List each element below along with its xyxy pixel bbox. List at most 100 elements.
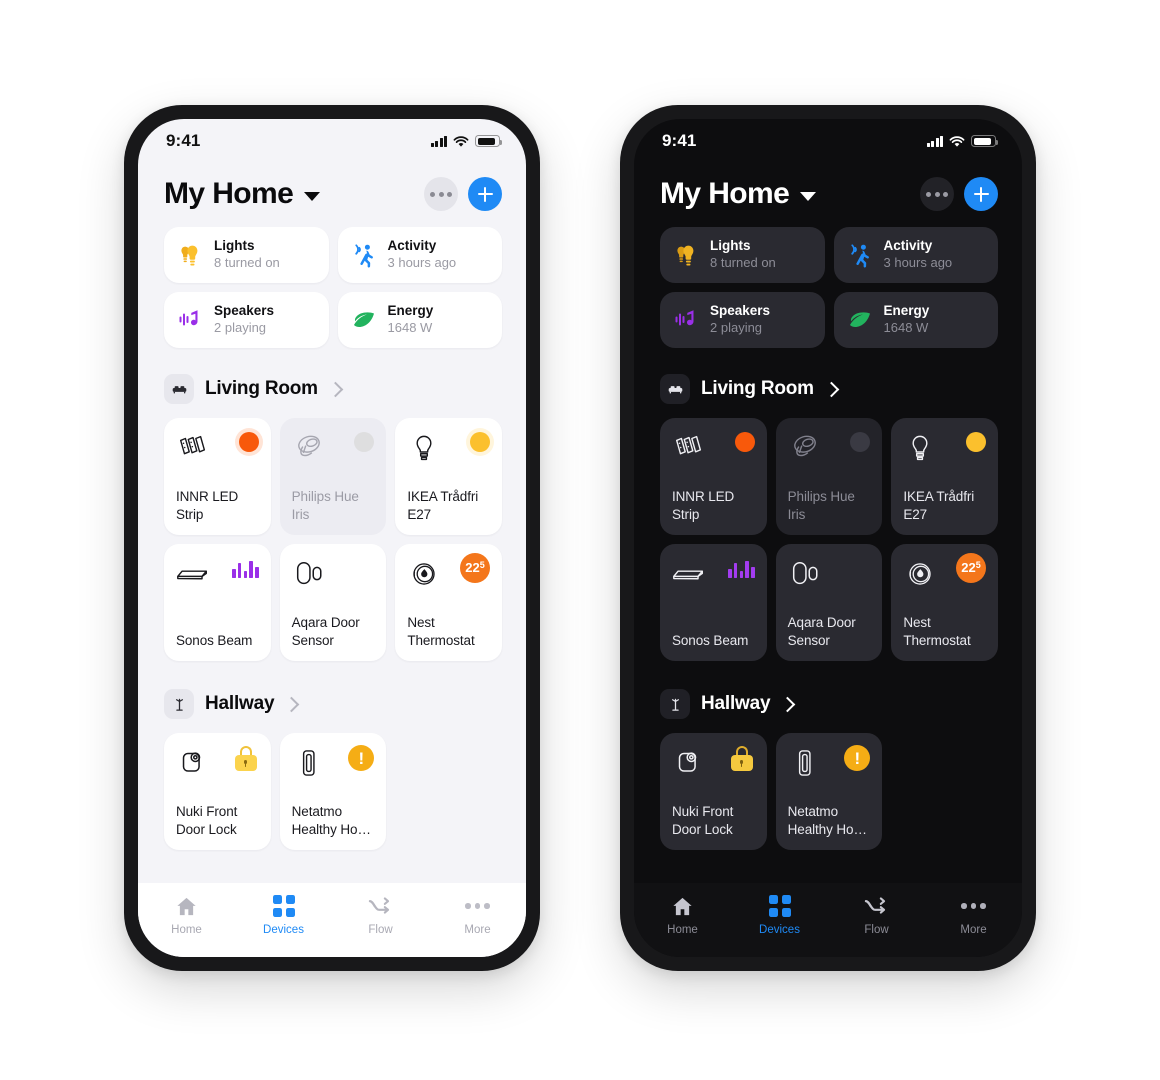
summary-card-text: Activity 3 hours ago	[884, 239, 953, 270]
tab-flow[interactable]: Flow	[828, 893, 925, 936]
device-card-top	[672, 556, 755, 596]
device-card-nest-thermostat[interactable]: 22 5 Nest Thermostat	[395, 544, 502, 661]
tab-devices[interactable]: Devices	[235, 893, 332, 936]
wifi-icon	[949, 135, 965, 147]
device-card-innr-led-strip[interactable]: INNR LED Strip	[164, 418, 271, 535]
badge-value: 22	[961, 560, 976, 575]
device-power-indicator[interactable]	[734, 432, 755, 452]
device-card-top	[788, 556, 871, 596]
summary-card-energy[interactable]: Energy 1648 W	[833, 292, 998, 348]
more-options-button[interactable]	[920, 177, 954, 211]
summary-card-title: Speakers	[710, 303, 771, 319]
home-selector[interactable]: My Home	[164, 177, 321, 210]
more-options-button[interactable]	[424, 177, 458, 211]
summary-card-lights[interactable]: Lights 8 turned on	[164, 227, 329, 283]
device-name: Aqara Door Sensor	[291, 615, 360, 649]
device-power-indicator[interactable]	[238, 432, 259, 452]
device-card-netatmo-healthy-home[interactable]: ! Netatmo Healthy Ho…	[279, 733, 387, 850]
device-power-indicator[interactable]	[469, 432, 490, 452]
device-card-philips-hue-iris[interactable]: Philips Hue Iris	[279, 418, 387, 535]
sofa-icon	[164, 374, 194, 404]
tab-flow[interactable]: Flow	[332, 893, 429, 936]
header-actions	[920, 177, 998, 211]
device-card-netatmo-healthy-home[interactable]: ! Netatmo Healthy Ho…	[775, 733, 883, 850]
tab-label: Home	[171, 924, 202, 936]
tab-more[interactable]: More	[925, 893, 1022, 936]
chevron-down-icon[interactable]	[800, 192, 817, 201]
device-name: Netatmo Healthy Ho…	[787, 804, 867, 838]
summary-card-lights[interactable]: Lights 8 turned on	[660, 227, 825, 283]
device-card-nest-thermostat[interactable]: 22 5 Nest Thermostat	[891, 544, 998, 661]
soundbar-icon	[670, 555, 708, 593]
summary-card-energy[interactable]: Energy 1648 W	[337, 292, 502, 348]
device-card-sonos-beam[interactable]: Sonos Beam	[164, 544, 271, 661]
air-sensor-icon	[290, 744, 328, 782]
device-card-innr-led-strip[interactable]: INNR LED Strip	[660, 418, 767, 535]
add-device-button[interactable]	[468, 177, 502, 211]
device-card-philips-hue-iris[interactable]: Philips Hue Iris	[775, 418, 883, 535]
summary-card-grid: Lights 8 turned on Activity 3 hours ago	[660, 227, 998, 348]
device-power-indicator[interactable]	[850, 432, 871, 452]
device-card-top	[672, 430, 755, 470]
chevron-right-icon[interactable]	[780, 696, 796, 712]
bottom-tab-bar: Home Devices Flow More	[634, 883, 1022, 957]
device-grid-hallway: Nuki Front Door Lock ! Netatmo Healthy H…	[164, 733, 502, 850]
app-header: My Home	[138, 163, 526, 227]
warning-icon[interactable]: !	[348, 745, 375, 771]
light-bulb-icon	[405, 429, 443, 467]
tab-more[interactable]: More	[429, 893, 526, 936]
tab-devices[interactable]: Devices	[731, 893, 828, 936]
device-card-aqara-door-sensor[interactable]: Aqara Door Sensor	[775, 544, 883, 661]
room-header-living-room[interactable]: Living Room	[164, 374, 502, 404]
device-card-top: 22 5	[407, 553, 490, 596]
device-card-nuki-front-door-lock[interactable]: Nuki Front Door Lock	[164, 733, 271, 850]
summary-card-text: Activity 3 hours ago	[388, 239, 457, 270]
room-header-hallway[interactable]: Hallway	[164, 689, 502, 719]
grid-icon	[768, 893, 791, 919]
tab-home[interactable]: Home	[138, 893, 235, 936]
summary-card-text: Lights 8 turned on	[214, 239, 280, 270]
device-name: Philips Hue Iris	[291, 489, 359, 523]
summary-card-activity[interactable]: Activity 3 hours ago	[833, 227, 998, 283]
chevron-down-icon[interactable]	[304, 192, 321, 201]
home-selector[interactable]: My Home	[660, 179, 817, 209]
lock-icon[interactable]	[729, 746, 755, 772]
summary-card-title: Activity	[387, 238, 437, 254]
device-grid-living-room: INNR LED Strip Philips Hue Iris IKEA Trå…	[164, 418, 502, 661]
summary-card-activity[interactable]: Activity 3 hours ago	[337, 227, 502, 283]
device-card-top	[176, 745, 259, 785]
room-header-living-room[interactable]: Living Room	[660, 374, 998, 404]
device-power-indicator[interactable]	[965, 432, 986, 452]
chevron-right-icon[interactable]	[823, 381, 840, 397]
ellipsis-icon	[465, 893, 490, 919]
tab-home[interactable]: Home	[634, 893, 731, 936]
device-card-aqara-door-sensor[interactable]: Aqara Door Sensor	[279, 544, 387, 661]
summary-card-subtitle: 3 hours ago	[883, 255, 953, 271]
page-title: My Home	[164, 177, 294, 210]
header-actions	[424, 177, 502, 211]
chevron-right-icon[interactable]	[284, 696, 300, 712]
coat-rack-icon	[660, 689, 690, 719]
summary-card-speakers[interactable]: Speakers 2 playing	[164, 292, 329, 348]
device-name: Aqara Door Sensor	[787, 615, 856, 649]
device-card-ikea-tradfri-e27[interactable]: IKEA Trådfri E27	[891, 418, 998, 535]
room-header-hallway[interactable]: Hallway	[660, 689, 998, 719]
summary-card-subtitle: 8 turned on	[710, 255, 776, 271]
chevron-right-icon[interactable]	[327, 381, 344, 397]
device-card-nuki-front-door-lock[interactable]: Nuki Front Door Lock	[660, 733, 767, 850]
summary-card-speakers[interactable]: Speakers 2 playing	[660, 292, 825, 348]
coat-rack-icon	[164, 689, 194, 719]
lock-icon[interactable]	[233, 746, 259, 772]
battery-icon	[971, 135, 999, 147]
cellular-signal-icon	[926, 135, 943, 147]
warning-icon[interactable]: !	[844, 745, 871, 771]
soundbar-icon	[174, 555, 212, 593]
summary-card-grid: Lights 8 turned on Activity 3 hours ago	[164, 227, 502, 348]
smart-lock-icon	[670, 744, 708, 782]
scroll-area[interactable]: Lights 8 turned on Activity 3 hours ago	[634, 227, 1022, 883]
device-card-sonos-beam[interactable]: Sonos Beam	[660, 544, 767, 661]
device-card-ikea-tradfri-e27[interactable]: IKEA Trådfri E27	[395, 418, 502, 535]
add-device-button[interactable]	[964, 177, 998, 211]
device-power-indicator[interactable]	[354, 432, 375, 452]
scroll-area[interactable]: Lights 8 turned on Activity 3 hours ago	[138, 227, 526, 883]
